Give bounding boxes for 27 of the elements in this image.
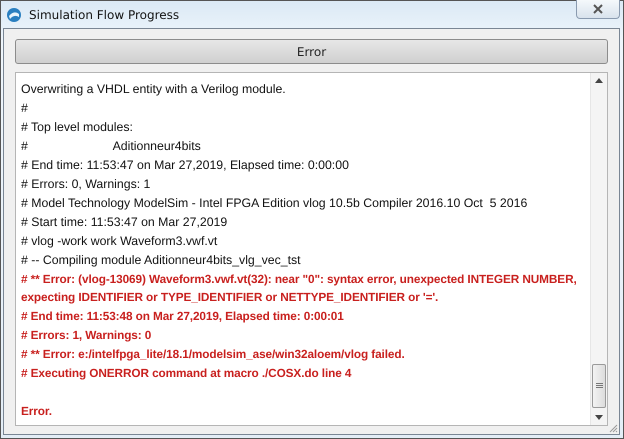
error-log-line: # Errors: 1, Warnings: 0 xyxy=(21,327,152,344)
log-line: # Top level modules: xyxy=(21,118,134,136)
scroll-thumb[interactable] xyxy=(592,364,606,408)
scrollbar[interactable] xyxy=(590,73,607,425)
error-log-line: # ** Error: e:/intelfpga_lite/18.1/modelsim_ase/win32aloem/vlog failed. xyxy=(21,346,406,364)
error-log-line: Error. xyxy=(21,403,53,420)
error-log-line: # ** Error: (vlog-13069) Waveform3.vwf.vt(32): near "0": syntax error, unexpected INTEGER NUMBER, xyxy=(21,270,578,288)
scroll-up-icon[interactable] xyxy=(595,78,603,83)
log-line: # End time: 11:53:47 on Mar 27,2019, Elapsed time: 0:00:00 xyxy=(21,156,350,174)
scroll-down-icon[interactable] xyxy=(595,415,603,420)
log-line: # xyxy=(21,100,29,117)
error-log-line: expecting IDENTIFIER or TYPE_IDENTIFIER or NETTYPE_IDENTIFIER or '='. xyxy=(21,289,440,306)
log-line: # -- Compiling module Aditionneur4bits_vlg_vec_tst xyxy=(21,252,302,269)
log-line: # Errors: 0, Warnings: 1 xyxy=(21,176,152,193)
error-log-line: # Executing ONERROR command at macro ./COSX.do line 4 xyxy=(21,365,352,382)
app-icon xyxy=(6,6,22,22)
log-line: # Aditionneur4bits xyxy=(21,138,202,155)
close-icon xyxy=(593,4,603,14)
log-line: Overwriting a VHDL entity with a Verilog module. xyxy=(21,81,287,98)
log-line: # Model Technology ModelSim - Intel FPGA Edition vlog 10.5b Compiler 2016.10 Oct 5 2016 xyxy=(21,194,528,212)
resize-grip-icon[interactable] xyxy=(609,424,618,433)
error-log-line: # End time: 11:53:48 on Mar 27,2019, Elapsed time: 0:00:01 xyxy=(21,308,345,326)
status-button[interactable]: Error xyxy=(15,39,608,64)
window-title: Simulation Flow Progress xyxy=(29,8,180,22)
log-line: # vlog -work work Waveform3.vwf.vt xyxy=(21,232,218,250)
log-line: # Start time: 11:53:47 on Mar 27,2019 xyxy=(21,214,228,231)
close-button[interactable] xyxy=(576,0,620,19)
